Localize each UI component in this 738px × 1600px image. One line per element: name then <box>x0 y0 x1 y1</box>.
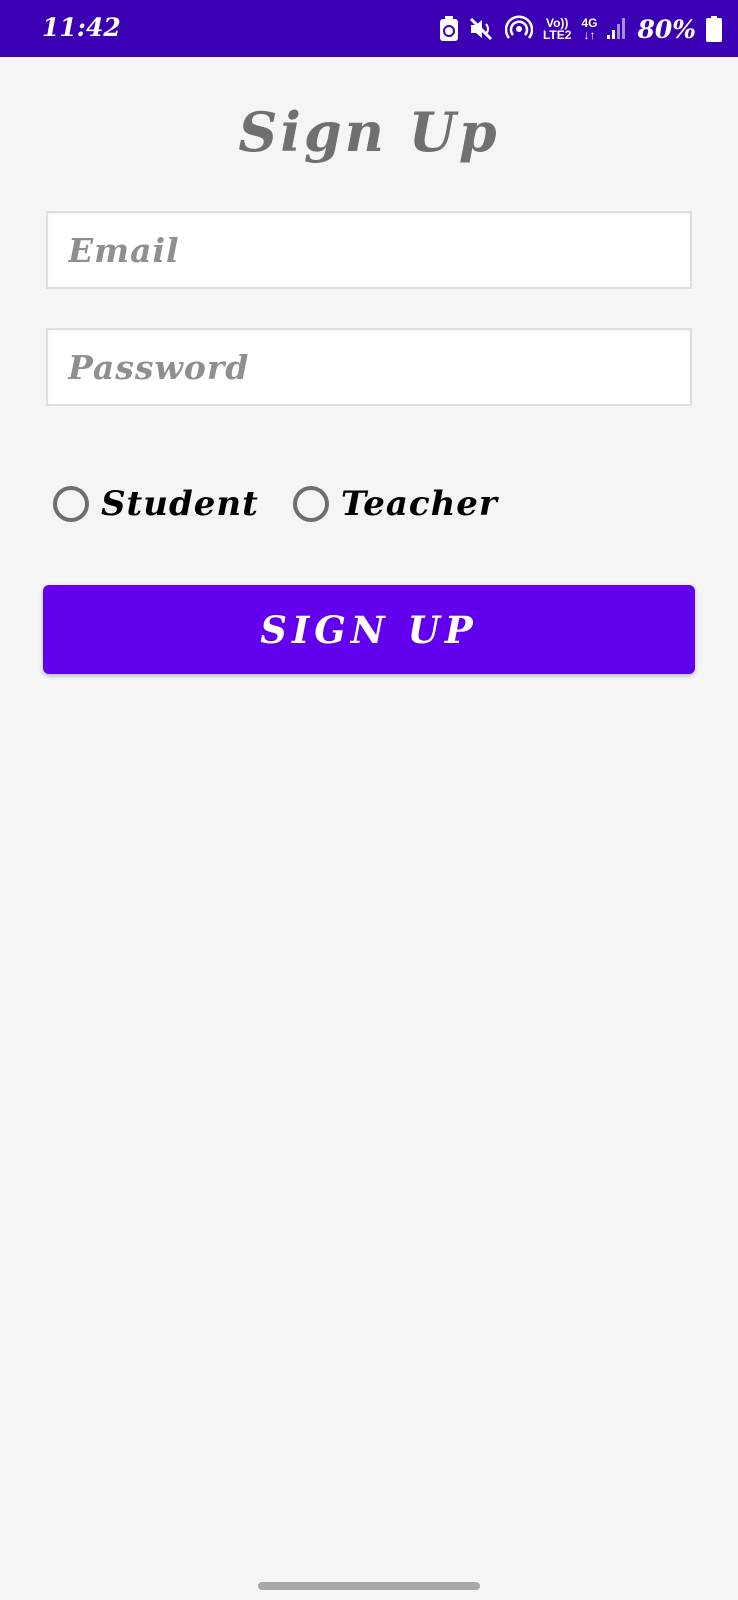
password-field[interactable] <box>46 328 692 406</box>
volte-icon: Vo)) LTE2 <box>543 17 571 41</box>
student-radio-button[interactable] <box>53 486 89 522</box>
student-radio-label[interactable]: Student <box>101 484 259 524</box>
email-field[interactable] <box>46 211 692 289</box>
sign-up-button[interactable]: SIGN UP <box>43 585 695 674</box>
hotspot-icon <box>504 15 533 43</box>
teacher-radio-button[interactable] <box>292 486 329 522</box>
battery-saver-icon <box>439 16 459 42</box>
radio-option-teacher[interactable]: Teacher <box>292 484 498 524</box>
signal-icon <box>607 18 627 40</box>
status-icons: Vo)) LTE2 4G ↓↑ 80% <box>439 12 722 46</box>
home-indicator[interactable] <box>258 1582 480 1590</box>
email-input[interactable] <box>48 213 690 287</box>
password-input[interactable] <box>48 330 690 404</box>
battery-percent: 80% <box>637 14 696 44</box>
mute-icon <box>469 17 495 41</box>
role-radio-group: Student Teacher <box>53 482 532 526</box>
4g-data-icon: 4G ↓↑ <box>581 17 597 41</box>
radio-option-student[interactable]: Student <box>53 484 259 524</box>
page-title: Sign Up <box>238 100 500 164</box>
status-bar: 11:42 Vo)) LTE2 4G ↓↑ 80% <box>0 0 738 57</box>
teacher-radio-label[interactable]: Teacher <box>341 484 498 524</box>
status-time: 11:42 <box>42 13 121 42</box>
data-arrows-text: ↓↑ <box>583 28 596 42</box>
battery-icon <box>706 16 722 42</box>
volte-bottom-text: LTE2 <box>542 28 572 42</box>
